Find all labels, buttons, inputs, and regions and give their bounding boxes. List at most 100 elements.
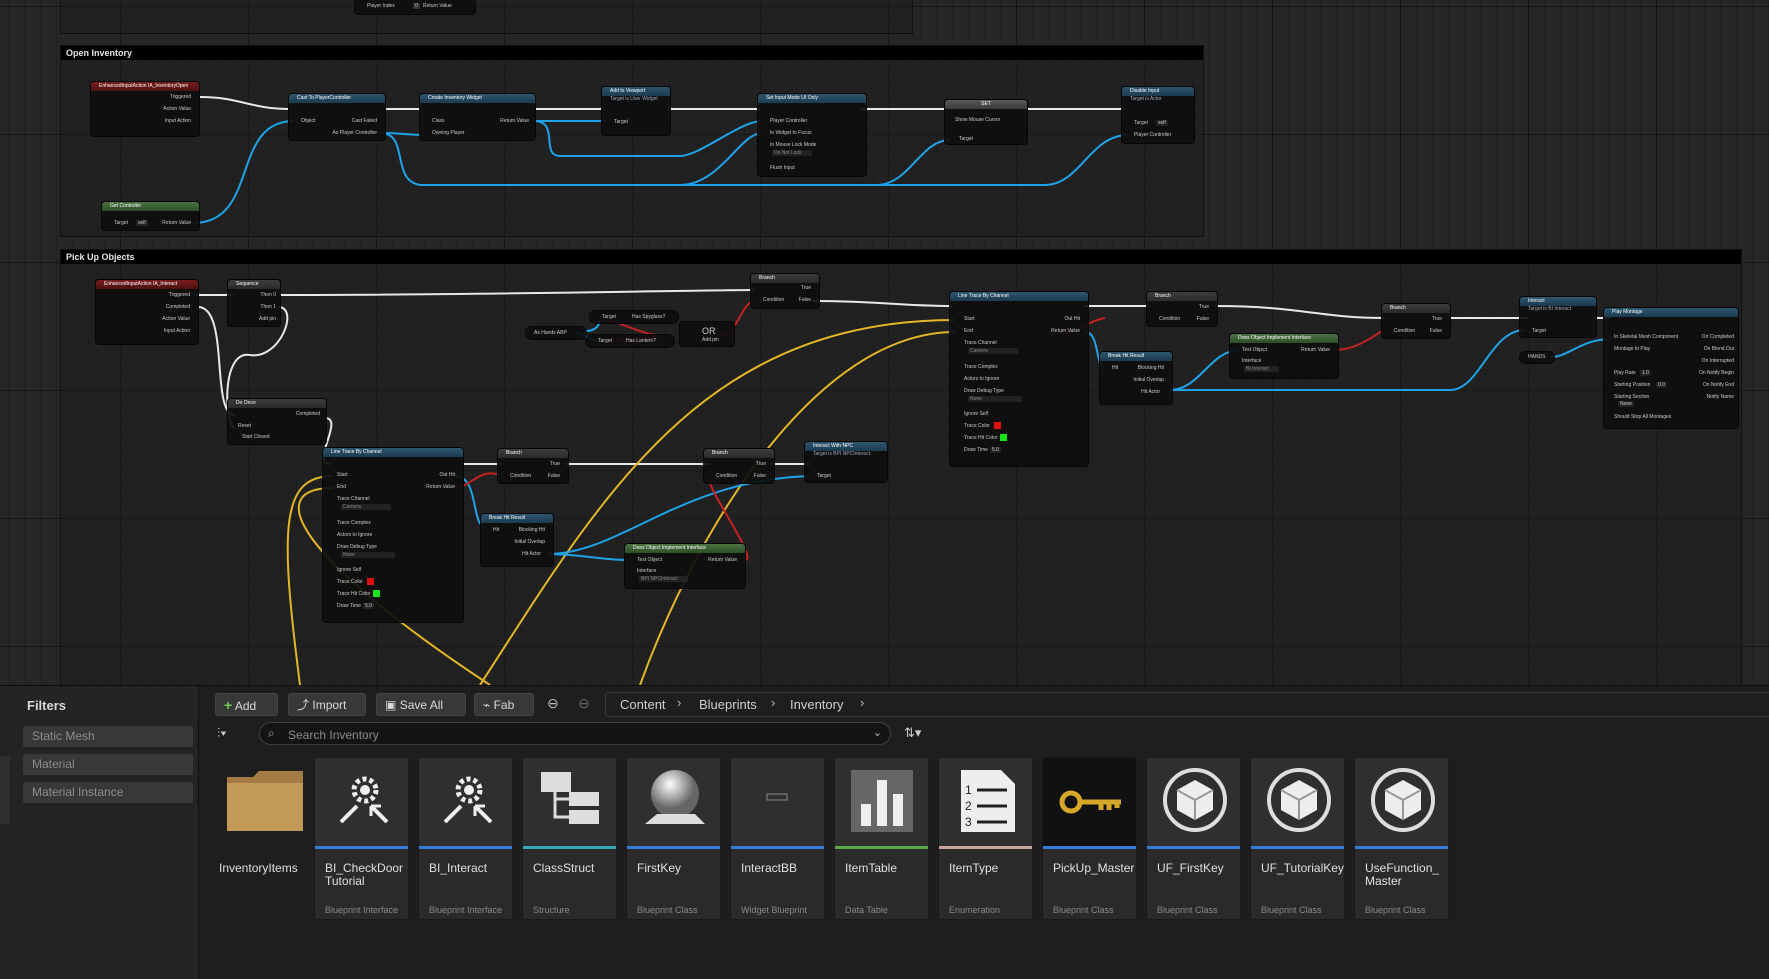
line-trace-node-2[interactable]: Line Trace By Channel Start Out Hit End … bbox=[950, 292, 1088, 466]
add-to-viewport-node[interactable]: Add to Viewport Target is User Widget Ta… bbox=[602, 87, 670, 135]
pin-action-value[interactable]: Action Value bbox=[163, 106, 191, 112]
as-hands-abp-node[interactable]: As Hands ABP bbox=[526, 327, 586, 339]
pin-trace-complex[interactable]: Trace Complex bbox=[337, 520, 371, 526]
asset-tile[interactable]: 1 2 3 ItemType Enumeration bbox=[938, 757, 1033, 920]
pin-out-hit[interactable]: Out Hit bbox=[1064, 316, 1080, 322]
pin-start[interactable]: Start bbox=[337, 472, 348, 478]
pin-interface[interactable]: Interface bbox=[1242, 358, 1261, 364]
asset-tile[interactable]: UF_TutorialKey Blueprint Class bbox=[1250, 757, 1345, 920]
pin-hit[interactable]: Hit bbox=[493, 527, 499, 533]
pin-target[interactable]: Target bbox=[114, 220, 128, 226]
filter-static-mesh[interactable]: Static Mesh bbox=[23, 726, 193, 747]
pin-true[interactable]: True bbox=[1199, 304, 1209, 310]
pin-condition[interactable]: Condition bbox=[716, 473, 737, 479]
pin-draw-debug-type[interactable]: Draw Debug Type bbox=[964, 388, 1004, 394]
breadcrumb-content[interactable]: Content bbox=[620, 697, 666, 712]
branch-node-5[interactable]: Branch True Condition False bbox=[1382, 304, 1450, 338]
pin-flush-input[interactable]: Flush Input bbox=[770, 165, 795, 171]
sources-collapse-handle[interactable] bbox=[0, 756, 10, 824]
search-input[interactable] bbox=[286, 725, 850, 744]
pin-target[interactable]: Target bbox=[817, 473, 831, 479]
draw-time-value[interactable]: 5.0 bbox=[363, 603, 374, 609]
blueprint-graph[interactable]: Player Index 0 Return Value Open Invento… bbox=[0, 0, 1769, 685]
pin-initial-overlap[interactable]: Initial Overlap bbox=[514, 539, 545, 545]
pin-input-action[interactable]: Input Action bbox=[165, 118, 191, 124]
pin-false[interactable]: False bbox=[548, 473, 560, 479]
pin-return-value[interactable]: Return Value bbox=[162, 220, 191, 226]
asset-tile[interactable]: FirstKey Blueprint Class bbox=[626, 757, 721, 920]
pin-target[interactable]: Target bbox=[614, 119, 628, 125]
pin-false[interactable]: False bbox=[799, 297, 811, 303]
pin-false[interactable]: False bbox=[754, 473, 766, 479]
pin-montage-to-play[interactable]: Montage to Play bbox=[1614, 346, 1650, 352]
pin-triggered[interactable]: Triggered bbox=[170, 94, 191, 100]
debug-type-dropdown[interactable]: None bbox=[968, 396, 1022, 402]
pin-ignore-self[interactable]: Ignore Self bbox=[337, 567, 361, 573]
debug-type-dropdown[interactable]: None bbox=[341, 552, 395, 558]
sort-icon[interactable]: ⇅▾ bbox=[904, 725, 921, 741]
filter-icon[interactable]: ⫶▾ bbox=[217, 725, 227, 741]
trace-hit-color-swatch[interactable] bbox=[373, 590, 380, 597]
pin-play-rate[interactable]: Play Rate bbox=[1614, 370, 1636, 376]
pin-notify-name[interactable]: Notify Name bbox=[1706, 394, 1734, 400]
save-all-button[interactable]: ▣ Save All bbox=[376, 693, 466, 716]
filter-material-instance[interactable]: Material Instance bbox=[23, 782, 193, 803]
asset-tile[interactable]: UF_FirstKey Blueprint Class bbox=[1146, 757, 1241, 920]
add-button[interactable]: + Add bbox=[215, 693, 278, 716]
pin-return-value[interactable]: Return Value bbox=[1051, 328, 1080, 334]
add-pin-button[interactable]: Add pin bbox=[702, 337, 719, 343]
pin-owning-player[interactable]: Owning Player bbox=[432, 130, 465, 136]
pin-return-value[interactable]: Return Value bbox=[500, 118, 529, 124]
ia-inventory-open-node[interactable]: EnhancedInputAction IA_InventoryOpen Tri… bbox=[91, 82, 199, 136]
pin-trace-complex[interactable]: Trace Complex bbox=[964, 364, 998, 370]
pin-blocking-hit[interactable]: Blocking Hit bbox=[1138, 365, 1164, 371]
pin-target[interactable]: Target bbox=[1532, 328, 1546, 334]
pin-action-value[interactable]: Action Value bbox=[162, 316, 190, 322]
asset-tile[interactable]: BI_Interact Blueprint Interface bbox=[418, 757, 513, 920]
trace-color-swatch[interactable] bbox=[994, 422, 1001, 429]
asset-tile[interactable]: InteractBB Widget Blueprint bbox=[730, 757, 825, 920]
pin-completed[interactable]: Completed bbox=[166, 304, 190, 310]
has-spyglass-node[interactable]: Target Has Spyglass? bbox=[590, 311, 678, 323]
pin-condition[interactable]: Condition bbox=[763, 297, 784, 303]
does-implement-interface-node-2[interactable]: Does Object Implement Interface Test Obj… bbox=[1230, 334, 1338, 378]
pin-mouse-lock-mode[interactable]: In Mouse Lock Mode bbox=[770, 142, 816, 148]
pin-target[interactable]: Target bbox=[598, 338, 612, 344]
pin-trace-channel[interactable]: Trace Channel bbox=[964, 340, 997, 346]
pin-end[interactable]: End bbox=[964, 328, 973, 334]
hands-variable-node[interactable]: HANDS bbox=[1520, 352, 1554, 363]
chevron-right-icon[interactable]: › bbox=[771, 695, 775, 710]
pin-initial-overlap[interactable]: Initial Overlap bbox=[1133, 377, 1164, 383]
pin-triggered[interactable]: Triggered bbox=[169, 292, 190, 298]
pin-input-action[interactable]: Input Action bbox=[164, 328, 190, 334]
pin-class[interactable]: Class bbox=[432, 118, 445, 124]
pin-trace-color[interactable]: Trace Color bbox=[337, 579, 363, 585]
has-lantern-node[interactable]: Target Has Lantern? bbox=[586, 335, 674, 347]
pin-self-value[interactable]: self bbox=[1156, 120, 1168, 126]
pin-reset[interactable]: Reset bbox=[238, 423, 251, 429]
break-hit-result-node-1[interactable]: Break Hit Result Hit Blocking Hit Initia… bbox=[481, 514, 553, 566]
set-input-mode-node[interactable]: Set Input Mode UI Only Player Controller… bbox=[758, 94, 866, 176]
pin-draw-time[interactable]: Draw Time bbox=[964, 447, 988, 453]
starting-section-value[interactable]: None bbox=[1618, 401, 1634, 407]
pin-as-player-controller[interactable]: As Player Controller bbox=[333, 130, 377, 136]
branch-node-4[interactable]: Branch True Condition False bbox=[1147, 292, 1217, 326]
pin-trace-color[interactable]: Trace Color bbox=[964, 423, 990, 429]
pin-return-value[interactable]: Return Value bbox=[708, 557, 737, 563]
cast-to-player-controller-node[interactable]: Cast To PlayerController Object Cast Fai… bbox=[289, 94, 385, 140]
pin-on-interrupted[interactable]: On Interrupted bbox=[1702, 358, 1734, 364]
back-history-icon[interactable]: ⊖ bbox=[547, 695, 559, 712]
branch-node-3[interactable]: Branch True Condition False bbox=[704, 449, 774, 483]
pin-draw-time[interactable]: Draw Time bbox=[337, 603, 361, 609]
asset-tile[interactable]: ClassStruct Structure bbox=[522, 757, 617, 920]
set-show-mouse-cursor-node[interactable]: SET Show Mouse Cursor Target bbox=[945, 100, 1027, 144]
pin-test-object[interactable]: Test Object bbox=[637, 557, 662, 563]
pin-target[interactable]: Target bbox=[959, 136, 973, 142]
chevron-right-icon[interactable]: › bbox=[860, 695, 864, 710]
pin-then-1[interactable]: Then 1 bbox=[260, 304, 276, 310]
pin-true[interactable]: True bbox=[1432, 316, 1442, 322]
create-inventory-widget-node[interactable]: Create Inventory Widget Class Return Val… bbox=[420, 94, 535, 140]
sequence-node[interactable]: Sequence Then 0 Then 1 Add pin bbox=[228, 280, 280, 326]
get-controller-node[interactable]: Get Controller Target self Return Value bbox=[102, 202, 199, 230]
pin-ignore-self[interactable]: Ignore Self bbox=[964, 411, 988, 417]
